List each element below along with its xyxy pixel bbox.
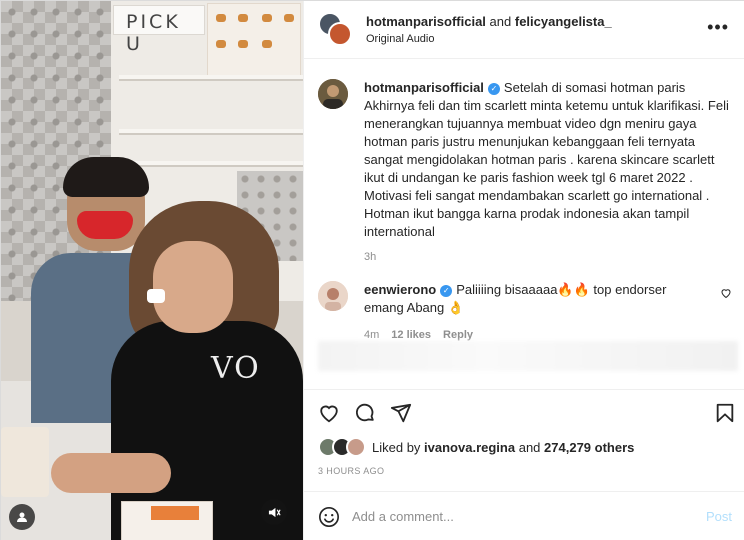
post-sidebar: hotmanparisofficial and felicyangelista_…: [303, 1, 744, 540]
cafe-sign: PICK U: [113, 5, 205, 55]
likes-count-link[interactable]: 274,279 others: [544, 440, 634, 455]
emoji-icon[interactable]: [318, 506, 340, 528]
arm: [51, 453, 171, 493]
verified-badge-icon: ✓: [440, 284, 453, 297]
and-text: and: [489, 14, 512, 29]
collab-avatars[interactable]: [318, 11, 354, 48]
comment-item: eenwierono ✓ Paliiiing bisaaaaa🔥🔥 top endo…: [304, 263, 744, 341]
caption-body: Setelah di somasi hotman paris Akhirnya …: [364, 80, 729, 239]
liker-avatars: [318, 437, 370, 457]
audio-link[interactable]: Original Audio: [366, 33, 612, 45]
comment-input[interactable]: [352, 509, 706, 524]
menu-board: [207, 3, 301, 79]
bookmark-icon[interactable]: [714, 402, 736, 424]
username-link[interactable]: hotmanparisofficial: [364, 80, 484, 95]
instagram-post-viewer: PICK U VO hotmanparisofficial and felicy…: [0, 0, 744, 540]
reply-button[interactable]: Reply: [443, 329, 473, 341]
post-media[interactable]: PICK U VO: [1, 1, 303, 540]
caption: hotmanparisofficial ✓ Setelah di somasi ho…: [304, 59, 744, 263]
collab-usernames: hotmanparisofficial and felicyangelista_: [366, 14, 612, 29]
username-link[interactable]: eenwierono: [364, 282, 436, 297]
shirt-print: VO: [211, 351, 261, 386]
avatar: [346, 437, 366, 457]
comment-time[interactable]: 4m: [364, 329, 379, 341]
likes-and: and: [518, 439, 541, 455]
username-link[interactable]: hotmanparisofficial: [366, 14, 486, 29]
user-tag-icon[interactable]: [9, 504, 35, 530]
action-bar: [304, 389, 744, 435]
comment-icon[interactable]: [354, 402, 376, 424]
post-timestamp[interactable]: 3 HOURS AGO: [318, 466, 384, 476]
tissue: [147, 289, 165, 303]
avatar[interactable]: [318, 281, 348, 311]
likes-summary: Liked by ivanova.regina and 274,279 othe…: [318, 435, 634, 459]
avatar[interactable]: [328, 21, 352, 46]
cafe-sign-text: PICK U: [126, 11, 181, 55]
comment-likes[interactable]: 12 likes: [391, 329, 431, 341]
comment-meta: 4m 12 likes Reply: [364, 329, 706, 341]
caption-time[interactable]: 3h: [364, 251, 730, 263]
share-icon[interactable]: [390, 402, 412, 424]
verified-badge-icon: ✓: [487, 82, 500, 95]
add-comment-bar: Post: [304, 491, 744, 540]
username-link[interactable]: ivanova.regina: [424, 440, 515, 455]
heart-outline-icon[interactable]: [720, 287, 732, 299]
more-horizontal-icon[interactable]: •••: [707, 17, 729, 38]
post-button[interactable]: Post: [706, 509, 732, 524]
header-text: hotmanparisofficial and felicyangelista_…: [366, 14, 612, 45]
comment-text: eenwierono ✓ Paliiiing bisaaaaa🔥🔥 top endo…: [364, 281, 706, 317]
shelf: [119, 75, 303, 81]
shelf: [119, 129, 303, 135]
heart-icon[interactable]: [318, 402, 340, 424]
tissue-box: [1, 427, 49, 497]
comments-section[interactable]: hotmanparisofficial ✓ Setelah di somasi ho…: [304, 59, 744, 389]
likes-text: Liked by ivanova.regina and 274,279 othe…: [372, 440, 634, 455]
username-link[interactable]: felicyangelista_: [515, 14, 612, 29]
loading-comment-placeholder: [318, 341, 738, 371]
muted-speaker-icon[interactable]: [261, 499, 287, 525]
likes-prefix: Liked by: [372, 439, 421, 455]
avatar[interactable]: [318, 79, 348, 109]
product-box-stripe: [151, 506, 199, 520]
caption-text: hotmanparisofficial ✓ Setelah di somasi ho…: [364, 79, 730, 241]
post-header: hotmanparisofficial and felicyangelista_…: [304, 1, 744, 59]
